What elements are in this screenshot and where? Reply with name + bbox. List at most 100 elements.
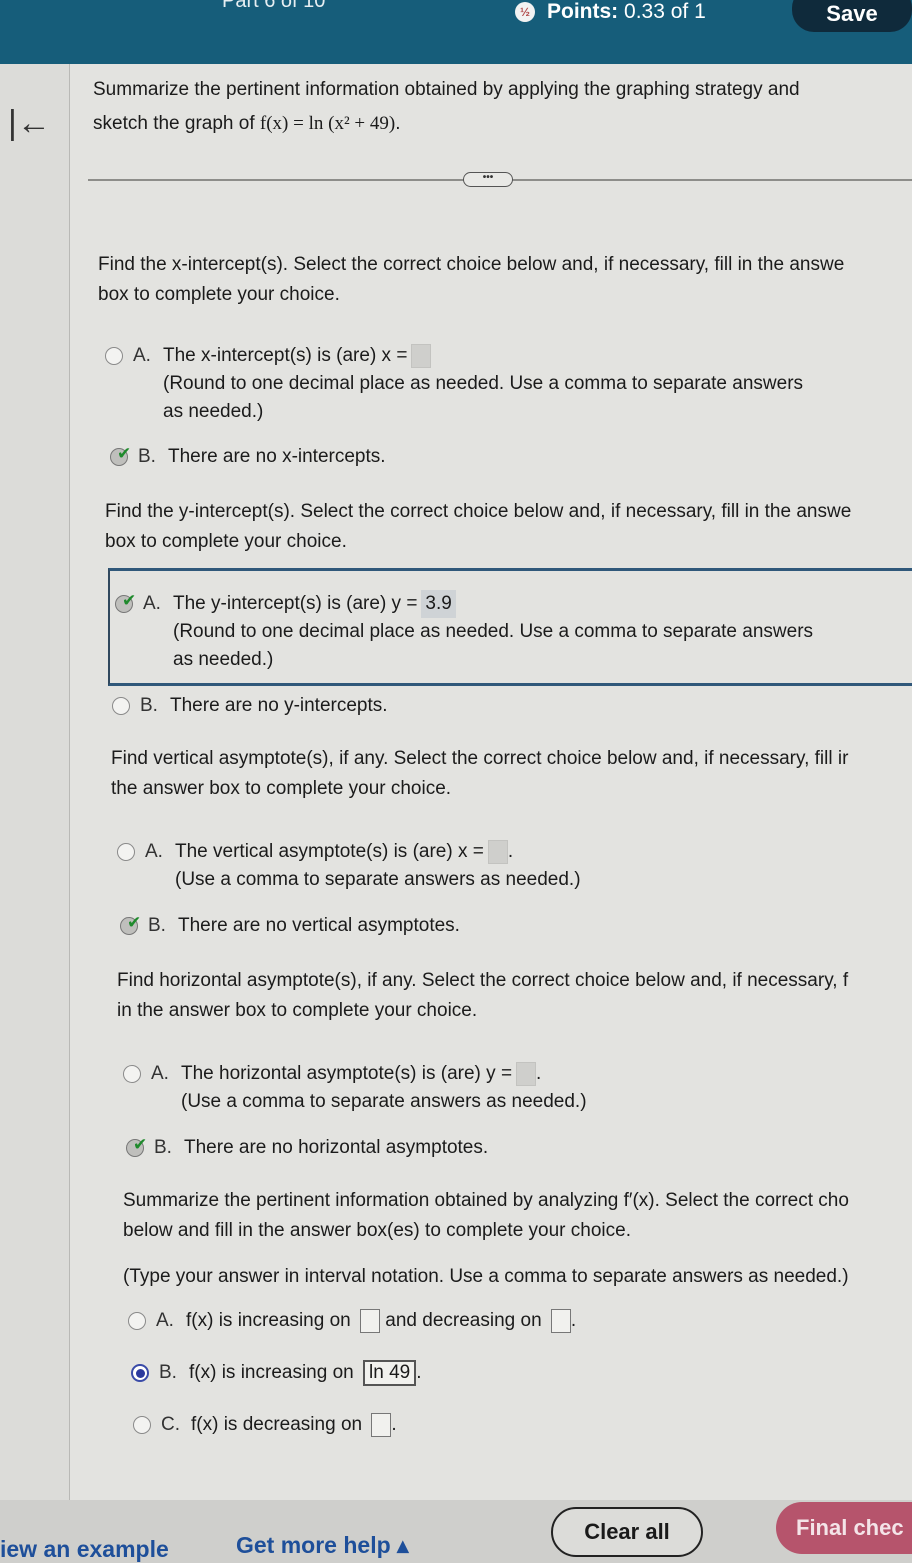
option-text: There are no y-intercepts. [170, 695, 388, 716]
horizontal-asymptote-prompt: Find horizontal asymptote(s), if any. Se… [117, 966, 912, 1026]
prompt-line: the answer box to complete your choice. [111, 778, 452, 799]
option-text-block: f(x) is increasing on ln 49. [189, 1359, 422, 1387]
option-note: as needed.) [173, 649, 274, 670]
prompt-line: Find horizontal asymptote(s), if any. Se… [117, 970, 849, 991]
option-text: The horizontal asymptote(s) is (are) y = [181, 1063, 513, 1084]
horizontal-asymptote-answer-input[interactable] [516, 1061, 537, 1086]
prompt-line: Find the x-intercept(s). Select the corr… [98, 254, 845, 275]
correct-check-radio-icon[interactable] [126, 1131, 147, 1159]
option-note: (Use a comma to separate answers as need… [175, 869, 581, 890]
option-letter: A. [145, 841, 163, 862]
vertical-asymptote-answer-input[interactable] [487, 839, 508, 864]
points-value: 0.33 of 1 [624, 0, 706, 23]
prompt-line: below and fill in the answer box(es) to … [123, 1220, 631, 1241]
partial-credit-icon: ½ [515, 2, 535, 22]
x-intercept-option-b[interactable]: B. There are no x-intercepts. [110, 440, 386, 471]
option-note: (Use a comma to separate answers as need… [181, 1091, 587, 1112]
option-text-block: f(x) is increasing on and decreasing on … [186, 1308, 577, 1333]
option-letter: A. [143, 593, 161, 614]
derivative-option-c[interactable]: C. f(x) is decreasing on . [133, 1411, 397, 1439]
option-letter: B. [138, 446, 156, 467]
derivative-instruction: (Type your answer in interval notation. … [123, 1266, 849, 1287]
clear-all-button[interactable]: Clear all [551, 1507, 703, 1557]
option-note: (Round to one decimal place as needed. U… [173, 621, 814, 642]
option-letter: B. [148, 915, 166, 936]
question-title-line2: sketch the graph of f(x) = ln (x² + 49). [93, 107, 893, 141]
points-display: ½ Points: 0.33 of 1 [515, 0, 706, 24]
correct-check-radio-icon[interactable] [110, 440, 131, 468]
prompt-line: box to complete your choice. [105, 531, 347, 552]
radio-button[interactable] [128, 1312, 146, 1330]
option-text: There are no horizontal asymptotes. [184, 1137, 489, 1158]
option-text-block: The x-intercept(s) is (are) x = (Round t… [163, 342, 803, 426]
points-label: Points: [547, 0, 619, 23]
increasing-interval-answer-input[interactable]: ln 49 [363, 1360, 417, 1386]
prompt-line: box to complete your choice. [98, 284, 340, 305]
collapse-left-icon[interactable]: |← [8, 106, 51, 140]
decreasing-interval-input[interactable] [371, 1412, 392, 1437]
derivative-option-b[interactable]: B. f(x) is increasing on ln 49. [131, 1359, 422, 1387]
option-text: There are no x-intercepts. [168, 446, 386, 467]
vertical-asymptote-prompt: Find vertical asymptote(s), if any. Sele… [111, 744, 912, 804]
option-letter: B. [140, 695, 158, 716]
radio-button[interactable] [105, 347, 123, 365]
correct-check-radio-icon[interactable] [115, 587, 136, 615]
vertical-asymptote-option-a[interactable]: A. The vertical asymptote(s) is (are) x … [117, 838, 581, 894]
option-text: and decreasing on [385, 1310, 542, 1331]
decreasing-interval-input[interactable] [550, 1308, 571, 1333]
option-text: f(x) is decreasing on [191, 1414, 363, 1435]
top-bar: Part 6 of 10 ½ Points: 0.33 of 1 Save [0, 0, 912, 64]
x-intercept-option-a[interactable]: A. The x-intercept(s) is (are) x = (Roun… [105, 342, 803, 426]
option-text: The y-intercept(s) is (are) y = [173, 593, 418, 614]
part-indicator: Part 6 of 10 [222, 0, 326, 12]
y-intercept-option-b[interactable]: B. There are no y-intercepts. [112, 692, 388, 720]
option-text-block: The vertical asymptote(s) is (are) x =. … [175, 838, 581, 894]
x-intercept-answer-input[interactable] [411, 343, 432, 368]
option-text-block: The y-intercept(s) is (are) y = 3.9 (Roun… [173, 590, 813, 674]
derivative-prompt: Summarize the pertinent information obta… [123, 1186, 912, 1246]
radio-button[interactable] [133, 1416, 151, 1434]
option-text-block: The horizontal asymptote(s) is (are) y =… [181, 1060, 587, 1116]
prompt-line: Find vertical asymptote(s), if any. Sele… [111, 748, 849, 769]
title-prefix: sketch the graph of [93, 113, 260, 134]
correct-check-radio-icon[interactable] [120, 909, 141, 937]
option-text: The vertical asymptote(s) is (are) x = [175, 841, 484, 862]
get-more-help-link[interactable]: Get more help ▴ [236, 1532, 409, 1559]
question-title: Summarize the pertinent information obta… [93, 73, 893, 141]
view-example-link[interactable]: iew an example [0, 1536, 169, 1563]
function-expression: f(x) = ln (x² + 49) [259, 113, 396, 134]
left-rail [0, 64, 70, 1500]
radio-button[interactable] [123, 1065, 141, 1083]
y-intercept-prompt: Find the y-intercept(s). Select the corr… [105, 497, 912, 557]
option-note: as needed.) [163, 401, 264, 422]
horizontal-asymptote-option-b[interactable]: B. There are no horizontal asymptotes. [126, 1131, 489, 1162]
prompt-line: Find the y-intercept(s). Select the corr… [105, 501, 852, 522]
bottom-bar: iew an example Get more help ▴ [0, 1500, 912, 1563]
final-check-button[interactable]: Final chec [776, 1502, 912, 1554]
option-letter: A. [151, 1063, 169, 1084]
increasing-interval-input[interactable] [360, 1308, 381, 1333]
selected-radio-button[interactable] [131, 1364, 149, 1382]
question-title-line1: Summarize the pertinent information obta… [93, 79, 800, 100]
option-text-block: f(x) is decreasing on . [191, 1412, 397, 1437]
radio-button[interactable] [117, 843, 135, 861]
derivative-option-a[interactable]: A. f(x) is increasing on and decreasing … [128, 1307, 576, 1335]
prompt-line: in the answer box to complete your choic… [117, 1000, 478, 1021]
vertical-asymptote-option-b[interactable]: B. There are no vertical asymptotes. [120, 909, 460, 940]
option-letter: C. [161, 1414, 180, 1435]
save-button[interactable]: Save [792, 0, 912, 32]
option-text: f(x) is increasing on [189, 1362, 354, 1383]
show-more-button[interactable]: ••• [463, 172, 513, 187]
option-text: The x-intercept(s) is (are) x = [163, 345, 408, 366]
horizontal-asymptote-option-a[interactable]: A. The horizontal asymptote(s) is (are) … [123, 1060, 587, 1116]
option-letter: B. [159, 1362, 177, 1383]
option-letter: B. [154, 1137, 172, 1158]
x-intercept-prompt: Find the x-intercept(s). Select the corr… [98, 250, 912, 310]
y-intercept-option-a[interactable]: A. The y-intercept(s) is (are) y =3.9 (R… [115, 587, 813, 674]
option-text: There are no vertical asymptotes. [178, 915, 460, 936]
radio-button[interactable] [112, 697, 130, 715]
option-letter: A. [156, 1310, 174, 1331]
y-intercept-answer-input[interactable]: 3.9 [421, 590, 456, 618]
option-note: (Round to one decimal place as needed. U… [163, 373, 804, 394]
prompt-line: Summarize the pertinent information obta… [123, 1190, 849, 1211]
